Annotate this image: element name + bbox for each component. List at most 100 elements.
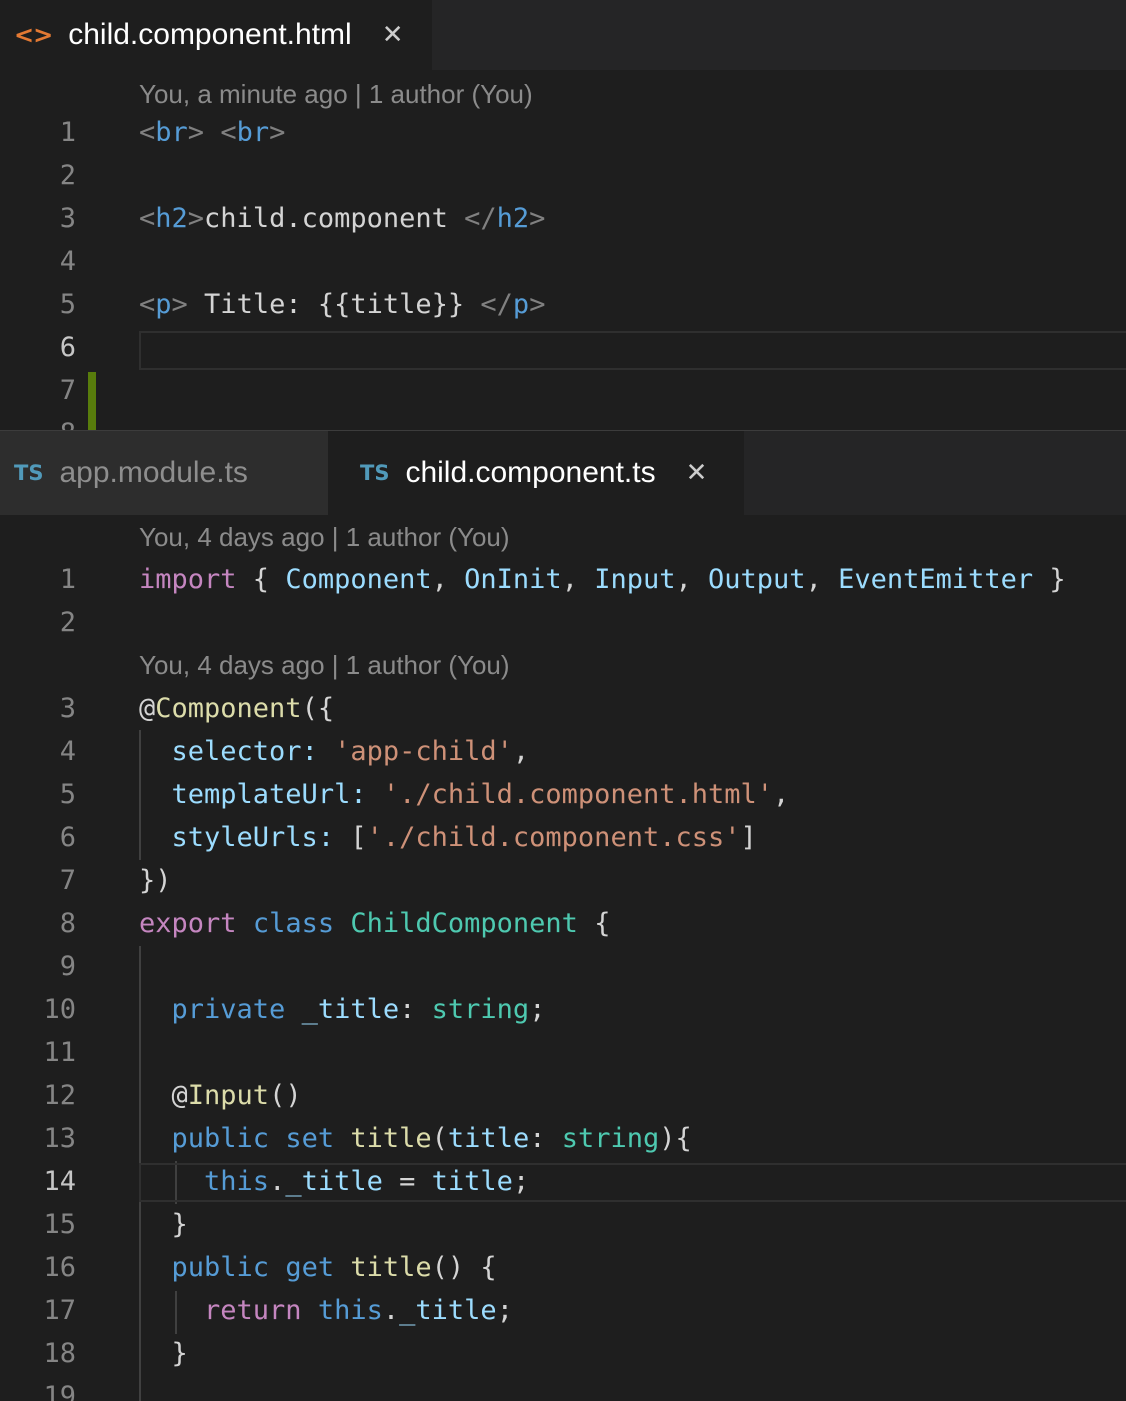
line-number[interactable]: 17 [0,1289,76,1332]
code-line[interactable]: 15 } [0,1203,1126,1246]
line-number[interactable]: 7 [0,859,76,902]
line-number[interactable]: 1 [0,111,76,154]
line-number[interactable]: 4 [0,240,76,283]
code-line[interactable]: 5 templateUrl: './child.component.html', [0,773,1126,816]
line-number[interactable]: 2 [0,154,76,197]
code-token: this [317,1295,383,1326]
line-number[interactable]: 9 [0,945,76,988]
git-blame-annotation[interactable]: You, 4 days ago | 1 author (You) [139,516,510,559]
code-editor-ts[interactable]: You, 4 days ago | 1 author (You) You, 4 … [0,515,1126,1401]
code-token: [ [334,822,367,853]
code-line[interactable]: 5 <p> Title: {{title}} </p> [0,283,1126,326]
code-token: set [285,1123,335,1154]
code-text: public set title(title: string){ [139,1117,692,1160]
code-token: 'app-child' [334,736,513,767]
line-number[interactable]: 6 [0,816,76,859]
close-icon[interactable]: ✕ [686,458,708,488]
code-line[interactable]: 4 [0,240,1126,283]
code-line[interactable]: 18 } [0,1332,1126,1375]
tab-child-component-ts[interactable]: TS child.component.ts ✕ [328,431,744,515]
code-line[interactable]: 19 [0,1375,1126,1401]
line-number[interactable]: 8 [0,412,76,430]
code-token: : [529,1123,562,1154]
code-text: } [139,1203,188,1246]
line-number[interactable]: 4 [0,730,76,773]
line-number[interactable]: 13 [0,1117,76,1160]
code-line[interactable]: 7}) [0,859,1126,902]
code-line[interactable]: 17 return this._title; [0,1289,1126,1332]
code-line[interactable]: 4 selector: 'app-child', [0,730,1126,773]
code-token: . [382,1295,400,1326]
code-line[interactable]: 3 @Component({ [0,687,1126,730]
code-token: private [171,994,286,1025]
typescript-file-icon: TS [360,461,390,485]
code-token: this [204,1166,270,1197]
code-line[interactable]: 2 [0,601,1126,644]
line-number[interactable]: 5 [0,773,76,816]
line-number[interactable]: 11 [0,1031,76,1074]
line-number[interactable]: 3 [0,687,76,730]
tab-child-component-html[interactable]: <> child.component.html ✕ [0,0,432,70]
code-line[interactable]: 10 private _title: string; [0,988,1126,1031]
code-line[interactable]: 1 <br> <br> [0,111,1126,154]
line-number[interactable]: 1 [0,558,76,601]
code-text: <p> Title: {{title}} </p> [139,283,545,326]
code-token: ; [512,1166,530,1197]
code-token: < [139,203,156,234]
code-token: , [561,564,595,595]
code-token: Component [285,564,432,595]
line-number[interactable]: 3 [0,197,76,240]
code-token: class [252,908,335,939]
code-editor-html[interactable]: You, a minute ago | 1 author (You) 1 <br>… [0,70,1126,430]
code-token: { [236,564,286,595]
code-text: } [139,1332,188,1375]
code-line[interactable]: 6 styleUrls: ['./child.component.css'] [0,816,1126,859]
code-text: return this._title; [139,1289,513,1332]
line-number[interactable]: 19 [0,1375,76,1401]
code-token: } [139,1338,188,1369]
line-number[interactable]: 2 [0,601,76,644]
close-icon[interactable]: ✕ [382,20,404,50]
code-line[interactable]: 11 [0,1031,1126,1074]
line-number[interactable]: 10 [0,988,76,1031]
line-number[interactable]: 15 [0,1203,76,1246]
code-line[interactable]: 8 export class ChildComponent { [0,902,1126,945]
code-line[interactable]: 6 [0,326,1126,369]
code-line[interactable]: 12 @Input() [0,1074,1126,1117]
code-line[interactable]: 8 [0,412,1126,430]
code-token: < [139,289,156,320]
tab-app-module-ts[interactable]: TS app.module.ts [0,431,328,515]
line-number[interactable]: 6 [0,326,76,369]
code-line[interactable]: 7 [0,369,1126,412]
line-number[interactable]: 18 [0,1332,76,1375]
code-token: Input [187,1080,270,1111]
line-number[interactable]: 14 [0,1160,76,1203]
code-line[interactable]: 16 public get title() { [0,1246,1126,1289]
code-line[interactable]: 13 public set title(title: string){ [0,1117,1126,1160]
code-line[interactable]: 2 [0,154,1126,197]
git-blame-annotation[interactable]: You, a minute ago | 1 author (You) [139,73,533,116]
line-number[interactable]: 16 [0,1246,76,1289]
code-token: () [269,1080,302,1111]
code-token: br [236,117,270,148]
code-token: < [139,117,156,148]
line-number[interactable]: 7 [0,369,76,412]
line-number[interactable]: 8 [0,902,76,945]
code-token: @ [139,1080,188,1111]
git-blame-annotation[interactable]: You, 4 days ago | 1 author (You) [139,644,510,687]
code-token: title [350,1123,432,1154]
code-line[interactable]: 1 import { Component, OnInit, Input, Outp… [0,558,1126,601]
code-token: get [285,1252,335,1283]
tab-bar-bottom: TS app.module.ts TS child.component.ts ✕ [0,431,1126,515]
line-number[interactable]: 5 [0,283,76,326]
code-token: ; [496,1295,513,1326]
code-line[interactable]: 9 [0,945,1126,988]
code-line[interactable]: 3 <h2>child.component </h2> [0,197,1126,240]
line-number[interactable]: 12 [0,1074,76,1117]
code-line[interactable]: 14 this._title = title; [0,1160,1126,1203]
